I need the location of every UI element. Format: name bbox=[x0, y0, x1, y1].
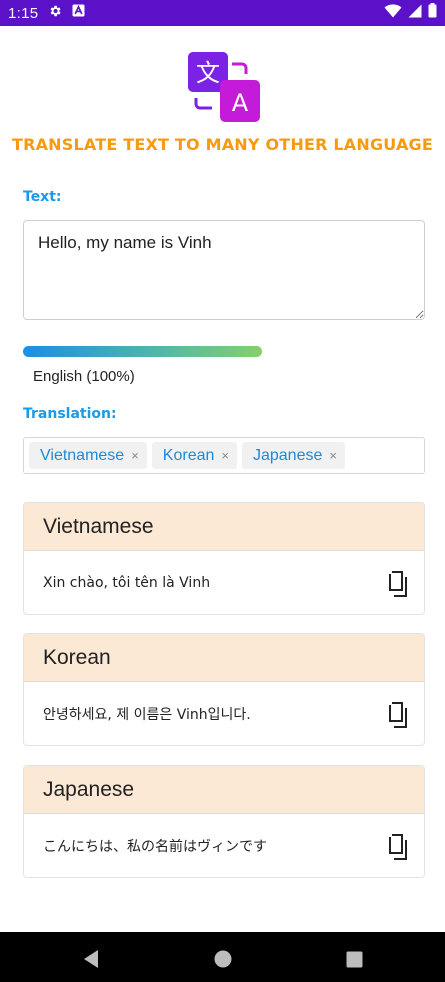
language-tag-label: Korean bbox=[162, 446, 215, 464]
result-card-body: こんにちは、私の名前はヴィンです bbox=[24, 814, 424, 877]
back-icon[interactable] bbox=[82, 949, 100, 973]
translated-text: 안녕하세요, 제 이름은 Vinh입니다. bbox=[43, 707, 251, 723]
signal-icon bbox=[408, 4, 422, 23]
language-tag-label: Vietnamese bbox=[40, 446, 125, 464]
result-card-title: Korean bbox=[24, 634, 424, 682]
result-card-title: Vietnamese bbox=[24, 503, 424, 551]
copy-icon[interactable] bbox=[386, 571, 408, 597]
result-card-title: Japanese bbox=[24, 766, 424, 814]
result-card: Japanese こんにちは、私の名前はヴィンです bbox=[23, 765, 425, 878]
result-card-body: 안녕하세요, 제 이름은 Vinh입니다. bbox=[24, 682, 424, 745]
result-card-body: Xin chào, tôi tên là Vinh bbox=[24, 551, 424, 614]
translated-text: こんにちは、私の名前はヴィンです bbox=[43, 839, 267, 855]
result-card: Korean 안녕하세요, 제 이름은 Vinh입니다. bbox=[23, 633, 425, 746]
wifi-icon bbox=[384, 3, 402, 23]
app-logo: 文 A bbox=[186, 50, 262, 124]
navigation-bar bbox=[0, 932, 445, 982]
home-icon[interactable] bbox=[214, 950, 232, 972]
copy-icon[interactable] bbox=[386, 834, 408, 860]
battery-icon bbox=[428, 3, 437, 23]
status-time: 1:15 bbox=[8, 4, 39, 22]
text-label: Text: bbox=[23, 189, 62, 205]
page-title: Translate text to many other language bbox=[11, 135, 434, 154]
remove-tag-icon[interactable]: × bbox=[131, 448, 139, 463]
translation-label: Translation: bbox=[23, 406, 117, 422]
translated-text: Xin chào, tôi tên là Vinh bbox=[43, 575, 211, 591]
detection-confidence-bar bbox=[23, 346, 262, 357]
recents-icon[interactable] bbox=[346, 951, 363, 972]
logo-glyph-front: A bbox=[232, 89, 249, 117]
source-text-input[interactable]: Hello, my name is Vinh bbox=[23, 220, 425, 320]
remove-tag-icon[interactable]: × bbox=[329, 448, 337, 463]
gear-icon bbox=[48, 4, 62, 23]
language-tag-label: Japanese bbox=[252, 446, 323, 464]
language-tag: Japanese × bbox=[241, 442, 345, 469]
language-tag: Vietnamese × bbox=[29, 442, 147, 469]
language-multiselect[interactable]: Vietnamese × Korean × Japanese × bbox=[23, 437, 425, 474]
language-tag: Korean × bbox=[151, 442, 237, 469]
status-bar: 1:15 bbox=[0, 0, 445, 26]
copy-icon[interactable] bbox=[386, 702, 408, 728]
detected-language: English (100%) bbox=[33, 368, 135, 385]
logo-glyph-back: 文 bbox=[196, 59, 220, 87]
remove-tag-icon[interactable]: × bbox=[221, 448, 229, 463]
a-box-icon bbox=[72, 4, 85, 22]
result-card: Vietnamese Xin chào, tôi tên là Vinh bbox=[23, 502, 425, 615]
